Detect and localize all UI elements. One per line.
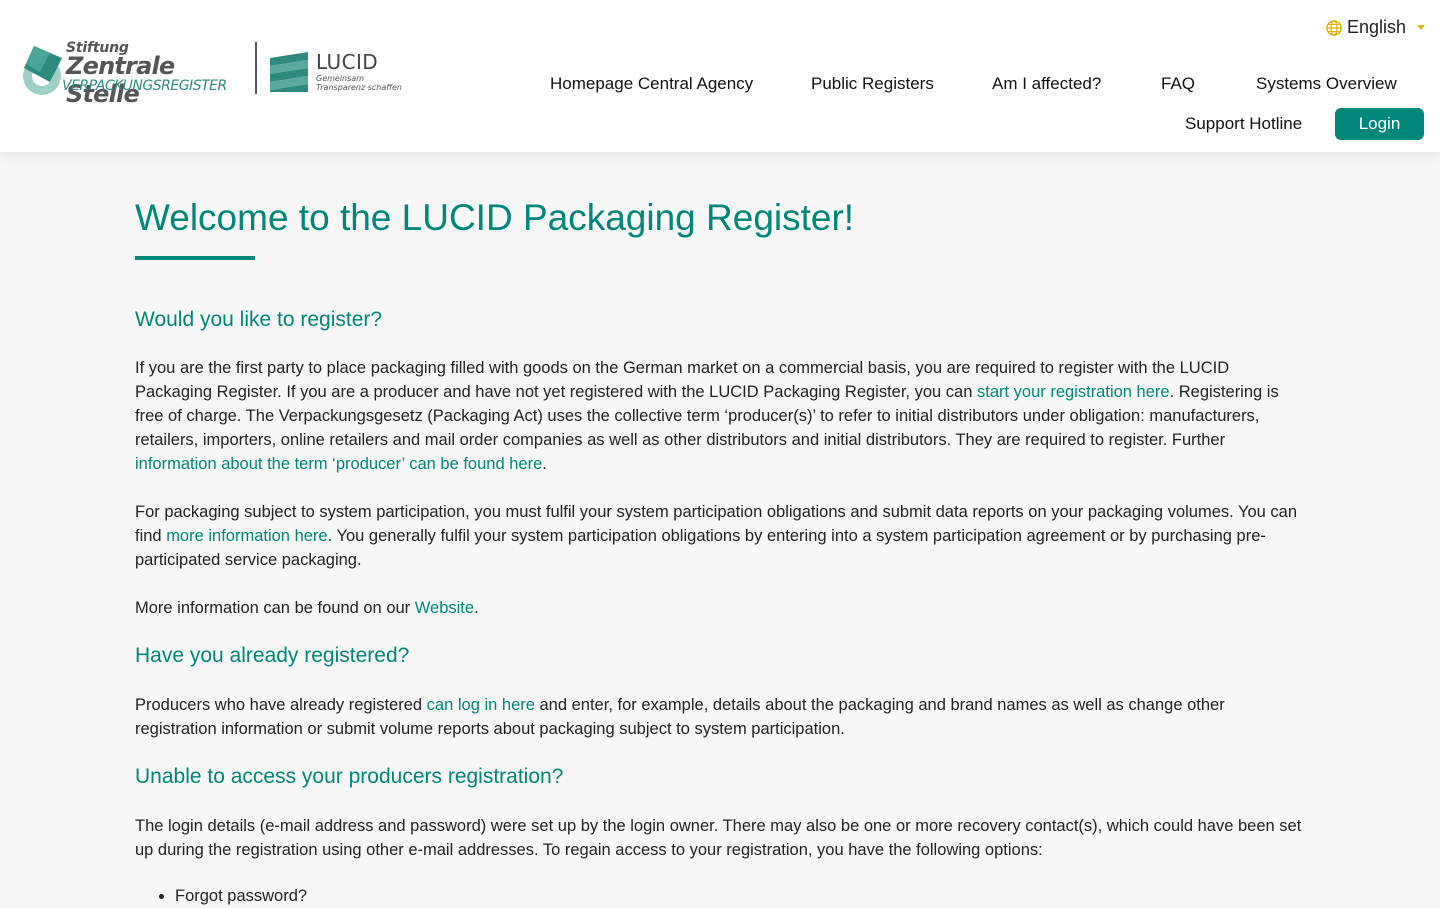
logo-verpackung-text: VERPACKUNGSREGISTER [62,78,227,94]
zsvr-logo: Stiftung Zentrale Stelle VERPACKUNGSREGI… [20,40,250,108]
access-options-list: Forgot password? [135,884,1305,908]
globe-icon [1326,19,1342,36]
nav-homepage-central-agency[interactable]: Homepage Central Agency [550,74,753,94]
producer-term-info-link[interactable]: information about the term ‘producer’ ca… [135,455,542,473]
register-text-3: . [542,455,547,473]
lucid-tagline-line-2: Transparenz schaffen [316,83,403,92]
website-text-1: More information can be found on our [135,599,415,617]
register-paragraph: If you are the first party to place pack… [135,356,1305,476]
start-registration-link[interactable]: start your registration here [977,383,1170,401]
unable-access-paragraph: The login details (e-mail address and pa… [135,817,1302,859]
site-header: Stiftung Zentrale Stelle VERPACKUNGSREGI… [0,0,1440,152]
lucid-tagline-line-1: Gemeinsam [316,74,364,83]
lucid-wordmark: LUCID [316,50,379,74]
lucid-logo-mark-icon [270,52,308,92]
logo-divider [255,42,257,94]
title-underline [135,256,255,260]
list-item[interactable]: Forgot password? [175,884,1305,908]
website-paragraph: More information can be found on our Web… [135,596,1305,620]
nav-support-hotline[interactable]: Support Hotline [1185,114,1302,134]
login-here-link[interactable]: can log in here [427,696,535,714]
lucid-logo: LUCID Gemeinsam Transparenz schaffen [270,50,410,98]
registered-heading: Have you already registered? [135,644,410,667]
logo[interactable]: Stiftung Zentrale Stelle VERPACKUNGSREGI… [20,40,410,108]
zsvr-logo-mark-icon [23,46,62,95]
lucid-tagline: Gemeinsam Transparenz schaffen [316,74,402,92]
nav-faq[interactable]: FAQ [1161,74,1195,94]
registered-paragraph: Producers who have already registered ca… [135,693,1305,741]
more-information-link[interactable]: more information here [166,527,327,545]
language-label: English [1347,17,1407,37]
register-heading: Would you like to register? [135,308,383,331]
registered-text-1: Producers who have already registered [135,696,427,714]
unable-access-heading: Unable to access your producers registra… [135,765,564,788]
login-button[interactable]: Login [1335,108,1424,140]
system-participation-paragraph: For packaging subject to system particip… [135,500,1305,572]
nav-am-i-affected[interactable]: Am I affected? [992,74,1101,94]
website-text-2: . [474,599,479,617]
nav-systems-overview[interactable]: Systems Overview [1256,74,1397,94]
language-selector[interactable]: English [1326,17,1426,38]
page-title: Welcome to the LUCID Packaging Register! [135,197,855,238]
chevron-down-icon [1417,25,1426,30]
nav-public-registers[interactable]: Public Registers [811,74,934,94]
forgot-password-option[interactable]: Forgot password? [175,887,307,905]
main-content: Welcome to the LUCID Packaging Register!… [135,152,1305,908]
website-link[interactable]: Website [415,599,474,617]
